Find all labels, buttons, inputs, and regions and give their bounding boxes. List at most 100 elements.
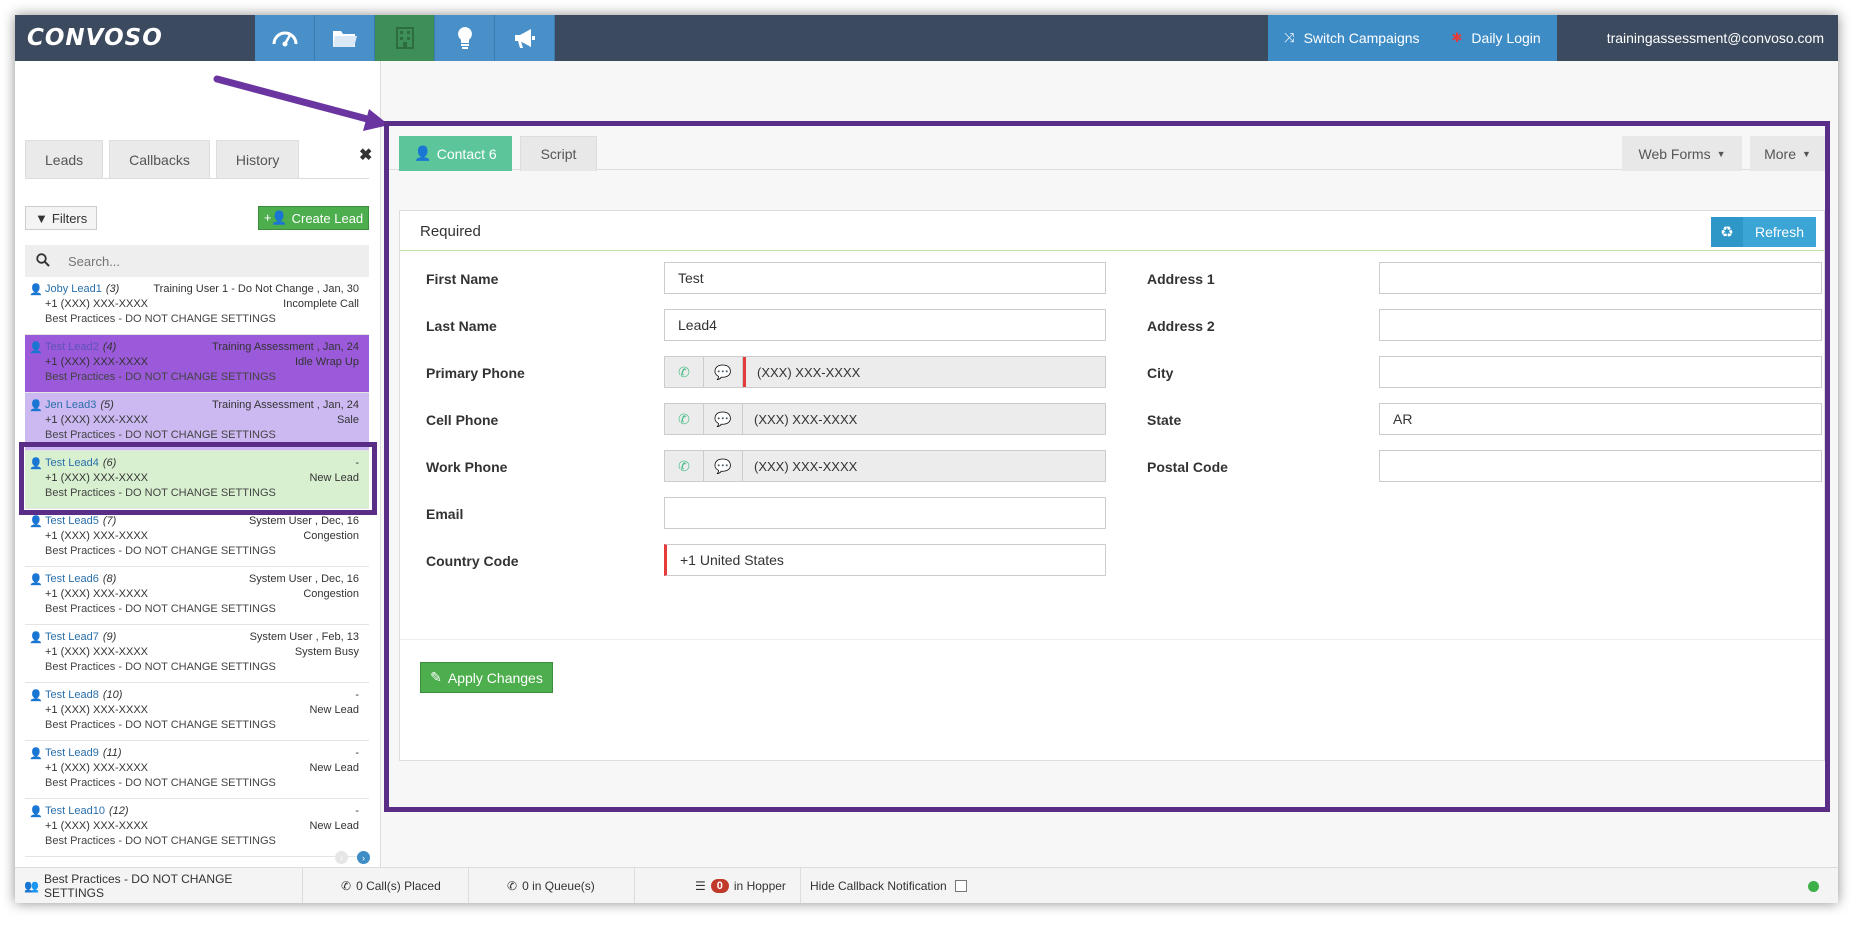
lead-name[interactable]: Test Lead4 bbox=[45, 457, 99, 469]
lead-name[interactable]: Test Lead2 bbox=[45, 341, 99, 353]
email-label: Email bbox=[426, 506, 464, 522]
apply-changes-button[interactable]: ✎ Apply Changes bbox=[420, 662, 553, 693]
address2-input[interactable] bbox=[1379, 309, 1822, 341]
tab-leads[interactable]: Leads bbox=[25, 140, 104, 178]
lead-list-item[interactable]: 👤 Joby Lead1 (3) Training User 1 - Do Not C… bbox=[25, 277, 369, 335]
lead-name[interactable]: Test Lead6 bbox=[45, 573, 99, 585]
lead-name[interactable]: Test Lead5 bbox=[45, 515, 99, 527]
lead-list-item[interactable]: 👤 Test Lead4 (6) - +1 (XXX) XXX-XXXX New Lead… bbox=[25, 451, 369, 509]
lead-name[interactable]: Test Lead10 bbox=[45, 805, 105, 817]
status-bar: 👥 Best Practices - DO NOT CHANGE SETTING… bbox=[15, 867, 1838, 903]
lead-count: (10) bbox=[102, 689, 123, 701]
contact-tabs: 👤 Contact 6 Script Web Forms ▼ More ▼ bbox=[389, 126, 1825, 171]
next-page-icon[interactable]: › bbox=[357, 851, 370, 864]
country-code-select[interactable]: +1 United States bbox=[664, 544, 1106, 576]
lead-agent: System User , Dec, 16 bbox=[248, 573, 359, 585]
web-forms-label: Web Forms bbox=[1638, 145, 1711, 162]
primary-phone-input[interactable]: (XXX) XXX-XXXX bbox=[743, 357, 1105, 387]
create-lead-button[interactable]: +👤 Create Lead bbox=[258, 206, 369, 230]
postal-code-label: Postal Code bbox=[1147, 459, 1228, 475]
first-name-input[interactable]: Test bbox=[664, 262, 1106, 294]
chevron-down-icon: ▼ bbox=[1716, 148, 1726, 159]
first-name-label: First Name bbox=[426, 271, 499, 287]
megaphone-icon[interactable] bbox=[495, 15, 555, 61]
building-icon[interactable] bbox=[375, 15, 435, 61]
work-phone-input[interactable]: (XXX) XXX-XXXX bbox=[743, 451, 1105, 481]
sms-icon[interactable]: 💬 bbox=[704, 404, 743, 434]
required-fields-card: Required ♻ Refresh First Name Test Last … bbox=[399, 210, 1825, 761]
lead-count: (6) bbox=[102, 457, 117, 469]
lead-list-item[interactable]: 👤 Test Lead6 (8) System User , Dec, 16 +1 (X… bbox=[25, 567, 369, 625]
lead-row-top: Joby Lead1 (3) Training User 1 - Do Not Ch… bbox=[45, 282, 359, 297]
primary-phone-field: ✆ 💬 (XXX) XXX-XXXX bbox=[664, 356, 1106, 388]
card-header: Required ♻ Refresh bbox=[400, 211, 1824, 251]
lead-name[interactable]: Test Lead8 bbox=[45, 689, 99, 701]
lead-name[interactable]: Test Lead7 bbox=[45, 631, 99, 643]
sms-icon[interactable]: 💬 bbox=[704, 451, 743, 481]
lightbulb-icon[interactable] bbox=[435, 15, 495, 61]
lead-campaign: Best Practices - DO NOT CHANGE SETTINGS bbox=[45, 603, 276, 615]
lead-status: Incomplete Call bbox=[283, 298, 359, 310]
prev-page-icon[interactable]: ‹ bbox=[335, 851, 348, 864]
web-forms-dropdown[interactable]: Web Forms ▼ bbox=[1622, 136, 1742, 171]
phone-call-icon[interactable]: ✆ bbox=[665, 357, 704, 387]
lead-status: System Busy bbox=[294, 646, 359, 658]
sms-icon[interactable]: 💬 bbox=[704, 357, 743, 387]
work-phone-label: Work Phone bbox=[426, 459, 508, 475]
city-input[interactable] bbox=[1379, 356, 1822, 388]
phone-call-icon[interactable]: ✆ bbox=[665, 404, 704, 434]
user-email[interactable]: trainingassessment@convoso.com bbox=[1557, 15, 1838, 61]
tab-history[interactable]: History bbox=[215, 140, 300, 178]
cell-phone-input[interactable]: (XXX) XXX-XXXX bbox=[743, 404, 1105, 434]
lead-phone: +1 (XXX) XXX-XXXX bbox=[45, 472, 149, 484]
lead-agent: - bbox=[355, 805, 359, 817]
lead-name[interactable]: Test Lead9 bbox=[45, 747, 99, 759]
lead-list-item[interactable]: 👤 Test Lead5 (7) System User , Dec, 16 +1 (X… bbox=[25, 509, 369, 567]
folder-icon[interactable] bbox=[315, 15, 375, 61]
filters-button[interactable]: ▼ Filters bbox=[25, 206, 98, 230]
filters-label: Filters bbox=[51, 210, 88, 226]
state-label: State bbox=[1147, 412, 1182, 428]
dashboard-icon[interactable] bbox=[255, 15, 315, 61]
lead-name[interactable]: Joby Lead1 bbox=[45, 283, 102, 295]
search-input[interactable] bbox=[68, 253, 338, 269]
lead-list-item[interactable]: 👤 Test Lead8 (10) - +1 (XXX) XXX-XXXX New Lea… bbox=[25, 683, 369, 741]
tab-script[interactable]: Script bbox=[520, 136, 597, 171]
lead-list-item[interactable]: 👤 Test Lead7 (9) System User , Feb, 13 +1 (X… bbox=[25, 625, 369, 683]
close-icon[interactable]: ✖ bbox=[359, 145, 372, 165]
lead-status: Sale bbox=[336, 414, 359, 426]
lead-list-item[interactable]: 👤 Test Lead2 (4) Training Assessment , Jan,… bbox=[25, 335, 369, 393]
lead-list-item[interactable]: 👤 Test Lead9 (11) - +1 (XXX) XXX-XXXX New Lea… bbox=[25, 741, 369, 799]
tab-callbacks[interactable]: Callbacks bbox=[109, 140, 210, 178]
top-right-actions: ⤨ Switch Campaigns ✱ Daily Login trainin… bbox=[1268, 15, 1838, 61]
last-name-input[interactable]: Lead4 bbox=[664, 309, 1106, 341]
email-field[interactable] bbox=[664, 497, 1106, 529]
phone-call-icon[interactable]: ✆ bbox=[665, 451, 704, 481]
daily-login-button[interactable]: ✱ Daily Login bbox=[1435, 15, 1557, 61]
lead-title: Test Lead5 (7) bbox=[45, 514, 116, 529]
lead-list-item[interactable]: 👤 Test Lead10 (12) - +1 (XXX) XXX-XXXX New Le… bbox=[25, 799, 369, 857]
postal-code-input[interactable] bbox=[1379, 450, 1822, 482]
lead-campaign: Best Practices - DO NOT CHANGE SETTINGS bbox=[45, 313, 276, 325]
lead-name[interactable]: Jen Lead3 bbox=[45, 399, 96, 411]
lead-agent: Training Assessment , Jan, 24 bbox=[212, 341, 359, 353]
lead-row-middle: +1 (XXX) XXX-XXXX New Lead bbox=[45, 761, 359, 776]
hide-callback-label: Hide Callback Notification bbox=[810, 878, 947, 893]
lead-agent: - bbox=[355, 747, 359, 759]
chevron-down-icon: ▼ bbox=[1801, 148, 1811, 159]
address2-label: Address 2 bbox=[1147, 318, 1215, 334]
lead-list-item[interactable]: 👤 Jen Lead3 (5) Training Assessment , Jan, … bbox=[25, 393, 369, 451]
lead-phone: +1 (XXX) XXX-XXXX bbox=[45, 298, 149, 310]
hide-callback-checkbox[interactable] bbox=[954, 879, 967, 892]
phone-icon: ✆ bbox=[507, 878, 518, 893]
more-dropdown[interactable]: More ▼ bbox=[1750, 136, 1825, 171]
switch-campaigns-button[interactable]: ⤨ Switch Campaigns bbox=[1268, 15, 1436, 61]
primary-phone-label: Primary Phone bbox=[426, 365, 525, 381]
refresh-button[interactable]: ♻ Refresh bbox=[1711, 217, 1816, 247]
phone-icon: ✆ bbox=[341, 878, 352, 893]
state-input[interactable]: AR bbox=[1379, 403, 1822, 435]
lead-list: 👤 Joby Lead1 (3) Training User 1 - Do Not C… bbox=[25, 277, 369, 857]
address1-input[interactable] bbox=[1379, 262, 1822, 294]
lead-campaign: Best Practices - DO NOT CHANGE SETTINGS bbox=[45, 661, 276, 673]
tab-contact[interactable]: 👤 Contact 6 bbox=[399, 136, 512, 171]
